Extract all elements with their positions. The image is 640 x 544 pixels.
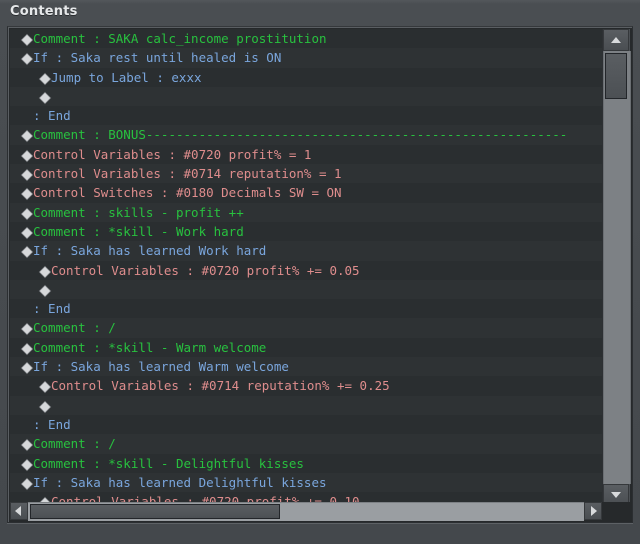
command-diamond-icon bbox=[21, 227, 33, 239]
command-diamond-icon bbox=[21, 150, 33, 162]
event-command-row[interactable]: : End bbox=[10, 414, 602, 435]
event-command-text: Comment : / bbox=[33, 436, 116, 452]
event-command-text: If : Saka has learned Work hard bbox=[33, 243, 267, 259]
event-command-row[interactable]: Control Variables : #0714 reputation% = … bbox=[10, 164, 602, 184]
event-command-row[interactable]: Jump to Label : exxx bbox=[10, 67, 602, 87]
command-spacer bbox=[22, 112, 32, 122]
event-command-row[interactable] bbox=[10, 86, 602, 107]
command-diamond-icon bbox=[39, 73, 51, 84]
scroll-right-arrow-icon bbox=[591, 506, 597, 516]
command-diamond-icon bbox=[21, 440, 33, 451]
command-diamond-icon bbox=[21, 247, 33, 258]
event-command-text: If : Saka rest until healed is ON bbox=[33, 50, 282, 66]
event-command-row[interactable]: Control Variables : #0720 profit% += 0.0… bbox=[10, 260, 602, 280]
command-spacer bbox=[22, 421, 32, 431]
event-command-text: Control Variables : #0714 reputation% +=… bbox=[51, 378, 390, 394]
event-command-row[interactable]: If : Saka rest until healed is ON bbox=[10, 48, 602, 68]
event-command-row[interactable]: Comment : skills - profit ++ bbox=[10, 202, 602, 222]
contents-group-box: Comment : SAKA calc_income prostitution I… bbox=[7, 26, 633, 523]
event-command-row[interactable]: Comment : / bbox=[10, 434, 602, 454]
event-command-text: Comment : *skill - Work hard bbox=[33, 223, 244, 239]
scroll-left-arrow-icon bbox=[15, 506, 21, 516]
event-command-text: Comment : / bbox=[33, 320, 116, 336]
horizontal-scrollbar[interactable] bbox=[10, 502, 602, 521]
command-diamond-icon bbox=[21, 478, 33, 490]
vertical-scrollbar[interactable] bbox=[602, 29, 631, 506]
horizontal-scrollbar-track[interactable] bbox=[28, 502, 584, 521]
event-command-row[interactable]: Control Variables : #0720 profit% = 1 bbox=[10, 144, 602, 165]
scroll-up-arrow-icon bbox=[611, 37, 621, 43]
event-command-text: : End bbox=[33, 416, 71, 432]
event-command-row[interactable]: Comment : SAKA calc_income prostitution bbox=[10, 29, 602, 49]
command-diamond-icon bbox=[39, 382, 51, 393]
command-diamond-icon bbox=[39, 401, 51, 412]
event-command-row[interactable]: : End bbox=[10, 106, 602, 126]
event-command-text: Control Variables : #0720 profit% = 1 bbox=[33, 146, 312, 162]
event-command-row[interactable]: If : Saka has learned Warm welcome bbox=[10, 357, 602, 377]
scroll-left-button[interactable] bbox=[10, 502, 28, 520]
vertical-scrollbar-track[interactable] bbox=[603, 51, 631, 484]
event-command-text: Control Variables : #0714 reputation% = … bbox=[33, 166, 342, 182]
event-command-text: If : Saka has learned Warm welcome bbox=[33, 359, 289, 375]
event-command-text: Comment : *skill - Delightful kisses bbox=[33, 455, 304, 471]
command-spacer bbox=[22, 305, 32, 315]
event-command-window: Contents Comment : SAKA calc_income pros… bbox=[0, 0, 640, 544]
command-diamond-icon bbox=[21, 131, 33, 142]
horizontal-scrollbar-thumb[interactable] bbox=[30, 504, 280, 519]
event-command-row[interactable]: Comment : / bbox=[10, 318, 602, 338]
event-command-text: Comment : skills - profit ++ bbox=[33, 204, 244, 220]
command-diamond-icon bbox=[21, 459, 33, 470]
command-diamond-icon bbox=[21, 34, 33, 46]
vertical-scrollbar-thumb[interactable] bbox=[605, 53, 627, 99]
command-diamond-icon bbox=[21, 208, 33, 219]
event-command-text: If : Saka has learned Delightful kisses bbox=[33, 474, 327, 490]
scroll-right-button[interactable] bbox=[584, 502, 602, 520]
event-command-text: : End bbox=[33, 301, 71, 317]
event-command-text: Comment : *skill - Warm welcome bbox=[33, 339, 267, 355]
command-diamond-icon bbox=[21, 362, 33, 374]
event-command-text: Control Switches : #0180 Decimals SW = O… bbox=[33, 185, 342, 201]
page-title: Contents bbox=[10, 4, 78, 19]
scrollbar-corner bbox=[602, 502, 630, 520]
scroll-up-button[interactable] bbox=[603, 29, 629, 51]
event-command-row[interactable]: Comment : BONUS-------------------------… bbox=[10, 125, 602, 145]
event-command-row[interactable] bbox=[10, 395, 602, 415]
event-command-text: Jump to Label : exxx bbox=[51, 69, 202, 85]
event-command-row[interactable]: Control Variables : #0714 reputation% +=… bbox=[10, 376, 602, 396]
command-diamond-icon bbox=[21, 324, 33, 335]
event-command-text: Comment : BONUS-------------------------… bbox=[33, 127, 568, 143]
event-command-row[interactable]: Comment : *skill - Work hard bbox=[10, 221, 602, 242]
event-command-row[interactable] bbox=[10, 279, 602, 300]
command-diamond-icon bbox=[21, 54, 33, 65]
event-command-row[interactable]: If : Saka has learned Work hard bbox=[10, 241, 602, 261]
title-bar: Contents bbox=[0, 0, 640, 26]
event-command-text: Control Variables : #0720 profit% += 0.0… bbox=[51, 262, 360, 278]
event-command-row[interactable]: Control Switches : #0180 Decimals SW = O… bbox=[10, 183, 602, 203]
contents-list[interactable]: Comment : SAKA calc_income prostitution I… bbox=[10, 29, 602, 506]
scroll-down-arrow-icon bbox=[611, 492, 621, 498]
event-command-text: Comment : SAKA calc_income prostitution bbox=[33, 31, 327, 46]
command-diamond-icon bbox=[39, 285, 51, 297]
command-diamond-icon bbox=[21, 343, 33, 354]
event-command-row[interactable]: Comment : *skill - Warm welcome bbox=[10, 337, 602, 358]
event-command-row[interactable]: If : Saka has learned Delightful kisses bbox=[10, 472, 602, 493]
command-diamond-icon bbox=[39, 92, 51, 104]
event-command-text: : End bbox=[33, 108, 71, 124]
command-diamond-icon bbox=[21, 169, 33, 181]
event-command-row[interactable]: : End bbox=[10, 299, 602, 319]
command-diamond-icon bbox=[21, 189, 33, 200]
command-diamond-icon bbox=[39, 266, 51, 277]
event-command-row[interactable]: Comment : *skill - Delightful kisses bbox=[10, 453, 602, 473]
